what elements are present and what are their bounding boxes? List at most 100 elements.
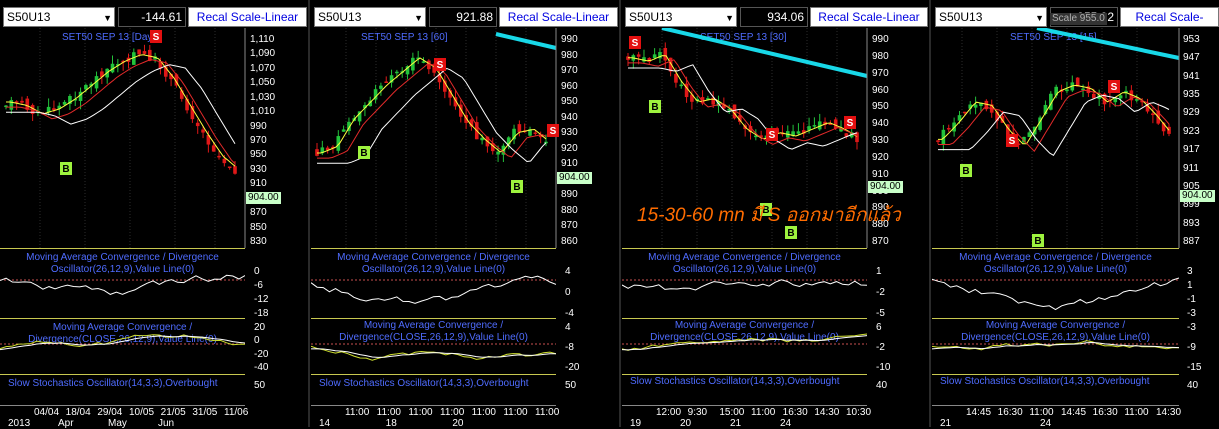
- y-tick-label: 980: [561, 49, 578, 61]
- x-date-label: Apr: [58, 418, 74, 429]
- indicator-tick-label: 0: [254, 335, 260, 347]
- y-tick-label: 917: [1183, 144, 1200, 156]
- macd-line: [622, 333, 867, 351]
- y-tick-label: 923: [1183, 125, 1200, 137]
- candle-body: [384, 81, 389, 83]
- y-tick-label: 893: [1183, 217, 1200, 229]
- divider: [311, 374, 556, 375]
- macd-oscillator-line: [932, 277, 1179, 311]
- x-tick-label: 15:00: [719, 407, 745, 418]
- current-price-tag: 904.00: [246, 192, 281, 204]
- ma-slow-line: [938, 94, 1170, 156]
- indicator-tick-label: 1: [876, 266, 882, 277]
- candle-body: [227, 166, 232, 169]
- y-tick-label: 920: [872, 151, 889, 163]
- price-chart[interactable]: B S S B: [932, 28, 1219, 248]
- indicator-tick-label: 6: [876, 322, 882, 333]
- x-date-label: 2013: [8, 418, 31, 429]
- candle-body: [679, 84, 684, 87]
- macd-chart: [932, 340, 1179, 351]
- sell-signal-marker: S: [1006, 134, 1018, 147]
- sell-signal-marker: S: [434, 58, 446, 71]
- x-tick-label: 31/05: [192, 407, 218, 418]
- x-tick-label: 16:30: [782, 407, 808, 418]
- symbol-select[interactable]: S50U13 ▼: [625, 7, 737, 27]
- candle-body: [20, 100, 24, 103]
- indicator-tick-label: -6: [254, 280, 263, 291]
- indicator-tick-label: -8: [565, 342, 574, 353]
- trend-line: [661, 28, 868, 78]
- signal-line: [311, 348, 556, 358]
- symbol-select[interactable]: S50U13 ▼: [935, 7, 1047, 27]
- candle-body: [496, 151, 500, 155]
- y-tick-label: 950: [872, 101, 889, 113]
- x-date-label: 21: [940, 418, 952, 429]
- candle-body: [217, 155, 221, 158]
- chart-panel-daily: S50U13 ▼ -144.61 Recal Scale-Linear SET50…: [0, 0, 310, 429]
- x-date-label: 24: [1040, 418, 1052, 429]
- y-tick-label: 880: [561, 204, 578, 216]
- y-tick-label: 860: [561, 236, 578, 247]
- recal-scale-button[interactable]: Recal Scale-Linear: [188, 7, 307, 27]
- candle-body: [663, 48, 668, 61]
- macd-oscillator-line: [622, 279, 867, 291]
- y-tick-label: 930: [561, 127, 578, 139]
- indicator-tick-label: 3: [1187, 266, 1193, 277]
- x-tick-label: 11:00: [376, 407, 401, 418]
- candle-body: [833, 119, 838, 129]
- x-tick-label: 29/04: [97, 407, 123, 418]
- recal-scale-button[interactable]: Recal Scale-Linea: [1120, 7, 1219, 27]
- x-date-label: 14: [319, 418, 331, 429]
- sell-signal-marker: S: [1108, 80, 1120, 93]
- macd-oscillator-chart: [311, 275, 556, 304]
- signal-label: S: [1009, 136, 1016, 147]
- x-date-label: Jun: [158, 418, 175, 429]
- indicator-tick-label: -10: [876, 362, 891, 373]
- recal-scale-button[interactable]: Recal Scale-Linear: [810, 7, 928, 27]
- signal-line: [0, 335, 245, 351]
- candle-body: [395, 71, 399, 74]
- chevron-down-icon[interactable]: ▼: [414, 9, 423, 27]
- candle-body: [341, 129, 346, 132]
- y-tick-label: 970: [872, 67, 889, 79]
- y-tick-label: 910: [872, 168, 889, 180]
- symbol-select[interactable]: S50U13 ▼: [3, 7, 115, 27]
- y-tick-label: 950: [561, 96, 578, 108]
- y-tick-label: 970: [250, 135, 267, 146]
- candle-body: [1118, 95, 1123, 99]
- indicator-tick-label: 4: [565, 266, 571, 277]
- stoch-label: Slow Stochastics Oscillator(14,3,3),Over…: [319, 378, 529, 389]
- indicator-tick-label: -3: [1187, 322, 1196, 333]
- macd-oscillator-line: [0, 274, 245, 295]
- indicator-tick-label: -20: [254, 348, 269, 360]
- indicator-tick-label: 20: [254, 322, 266, 333]
- recal-scale-button[interactable]: Recal Scale-Linear: [499, 7, 618, 27]
- x-tick-label: 12:00: [656, 407, 682, 418]
- candle-body: [195, 122, 200, 127]
- x-date-label: 20: [680, 418, 692, 429]
- y-tick-label: 830: [250, 236, 267, 247]
- chevron-down-icon[interactable]: ▼: [1035, 9, 1044, 27]
- y-tick-label: 870: [561, 220, 578, 232]
- y-tick-label: 870: [250, 207, 267, 219]
- symbol-select[interactable]: S50U13 ▼: [314, 7, 426, 27]
- candle-body: [517, 124, 522, 133]
- buy-signal-marker: B: [60, 162, 72, 175]
- current-price-tag: 904.00: [1180, 190, 1215, 202]
- x-tick-label: 16:30: [997, 407, 1023, 418]
- signal-label: S: [632, 38, 639, 49]
- x-tick-label: 10/05: [129, 407, 155, 418]
- indicator-tick-label: 0: [565, 287, 571, 298]
- candle-body: [1134, 99, 1139, 101]
- y-tick-label: 890: [561, 189, 578, 201]
- chevron-down-icon[interactable]: ▼: [103, 9, 112, 27]
- x-tick-label: 11:00: [440, 407, 465, 418]
- indicator-tick-label: 0: [254, 266, 260, 277]
- candle-body: [812, 125, 817, 127]
- candle-body: [9, 100, 14, 110]
- candle-body: [652, 54, 657, 59]
- signal-label: S: [769, 130, 776, 141]
- chevron-down-icon[interactable]: ▼: [725, 9, 734, 27]
- y-tick-label: 990: [250, 120, 267, 132]
- x-tick-label: 14:30: [814, 407, 840, 418]
